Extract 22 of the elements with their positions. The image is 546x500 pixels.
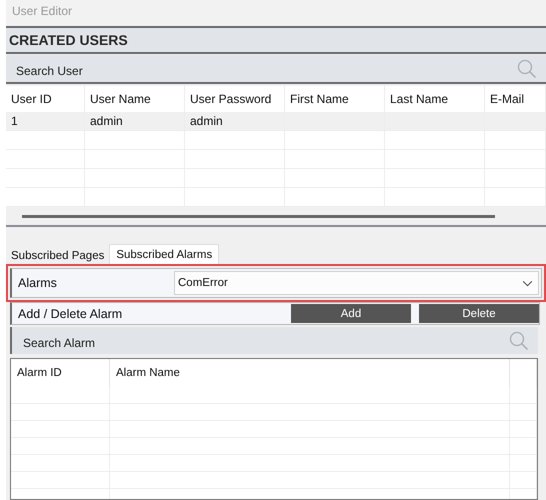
table-cell bbox=[510, 472, 537, 489]
column-header: Alarm ID bbox=[11, 359, 110, 387]
table-cell bbox=[510, 387, 537, 404]
section-heading: CREATED USERS bbox=[6, 28, 546, 54]
table-cell: 1 bbox=[6, 112, 85, 131]
table-cell bbox=[510, 421, 537, 438]
alarm-dropdown[interactable]: ComError bbox=[174, 271, 539, 295]
table-cell: admin bbox=[85, 112, 185, 131]
table-cell bbox=[510, 438, 537, 455]
table-cell bbox=[510, 455, 537, 472]
tab[interactable]: Subscribed Alarms bbox=[109, 244, 220, 264]
search-field[interactable]: Search User bbox=[6, 55, 546, 84]
table-cell: admin bbox=[185, 112, 285, 131]
column-header: Alarm Name bbox=[110, 359, 510, 387]
field-label: Alarms bbox=[17, 276, 58, 290]
table-cell bbox=[510, 404, 537, 421]
search-field[interactable]: Search Alarm bbox=[10, 327, 538, 354]
scrollbar-thumb[interactable] bbox=[22, 214, 495, 218]
field-label: Add / Delete Alarm bbox=[17, 306, 124, 320]
caret-icon[interactable] bbox=[522, 280, 533, 286]
action-button[interactable]: Delete bbox=[419, 304, 539, 323]
action-button[interactable]: Add bbox=[291, 304, 411, 323]
